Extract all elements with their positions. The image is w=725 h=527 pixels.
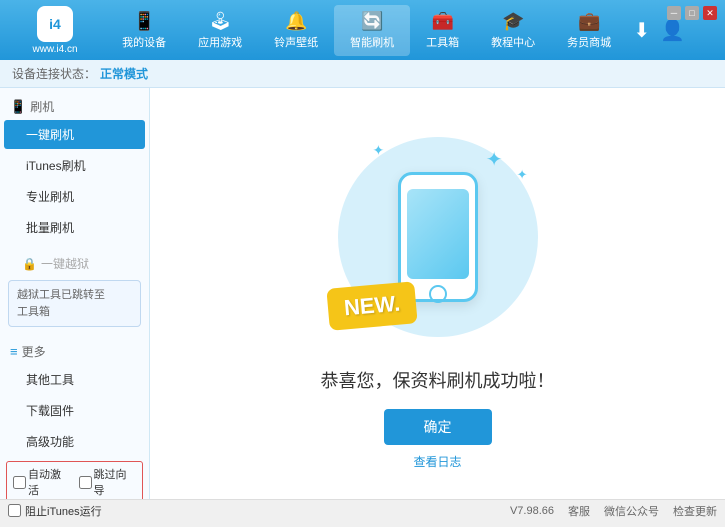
flash-section-icon: 📱 xyxy=(10,99,26,115)
time-guide-check[interactable]: 跳过向导 xyxy=(79,466,137,498)
new-badge: NEW. xyxy=(326,281,418,331)
sidebar-section-jailbreak: 🔒 一键越狱 xyxy=(0,251,149,276)
sparkle-icon-3: ✦ xyxy=(373,142,385,159)
auto-check-row: 自动激活 跳过向导 xyxy=(13,466,136,498)
lock-icon: 🔒 xyxy=(22,257,37,271)
auto-activate-checkbox[interactable] xyxy=(13,476,26,489)
sparkle-icon-2: ✦ xyxy=(517,167,528,183)
tutorial-icon: 🎓 xyxy=(502,11,524,32)
time-guide-label: 跳过向导 xyxy=(94,466,137,498)
success-image: ✦ ✦ ✦ NEW. xyxy=(318,117,558,357)
more-section-icon: ≡ xyxy=(10,344,18,359)
success-title: 恭喜您，保资料刷机成功啦！ xyxy=(321,367,555,393)
itunes-label: 阻止iTunes运行 xyxy=(25,503,102,519)
sidebar-item-other-tools[interactable]: 其他工具 xyxy=(4,365,145,394)
logo-icon: i4 xyxy=(37,6,73,42)
nav-smart-flash-label: 智能刷机 xyxy=(350,34,394,50)
user-button[interactable]: 👤 xyxy=(660,18,685,43)
wechat-link[interactable]: 微信公众号 xyxy=(604,503,659,519)
status-bar: 设备连接状态： 正常模式 xyxy=(0,60,725,88)
ringtone-icon: 🔔 xyxy=(285,11,307,32)
nav-tutorial-label: 教程中心 xyxy=(491,34,535,50)
confirm-button[interactable]: 确定 xyxy=(384,409,492,445)
nav-business[interactable]: 💼 务员商城 xyxy=(551,5,627,56)
sidebar: 📱 刷机 一键刷机 iTunes刷机 专业刷机 批量刷机 🔒 一键越狱 越狱工具… xyxy=(0,88,150,499)
sidebar-item-advanced[interactable]: 高级功能 xyxy=(4,427,145,456)
maximize-button[interactable]: □ xyxy=(685,6,699,20)
sidebar-item-one-key-flash[interactable]: 一键刷机 xyxy=(4,120,145,149)
itunes-checkbox[interactable] xyxy=(8,504,21,517)
itunes-bar: 阻止iTunes运行 V7.98.66 客服 微信公众号 检查更新 xyxy=(0,499,725,521)
nav-ringtone[interactable]: 🔔 铃声壁纸 xyxy=(258,5,334,56)
jailbreak-label: 一键越狱 xyxy=(41,255,89,272)
apps-games-icon: 🕹 xyxy=(209,11,232,32)
sidebar-section-flash: 📱 刷机 xyxy=(0,94,149,119)
support-link[interactable]: 客服 xyxy=(568,503,590,519)
new-text: NEW. xyxy=(342,291,400,322)
my-device-icon: 📱 xyxy=(133,11,155,32)
sidebar-item-batch-flash[interactable]: 批量刷机 xyxy=(4,213,145,242)
log-link[interactable]: 查看日志 xyxy=(413,453,461,470)
header: i4 www.i4.cn 📱 我的设备 🕹 应用游戏 🔔 铃声壁纸 🔄 智能刷机… xyxy=(0,0,725,60)
more-section-label: 更多 xyxy=(22,343,46,360)
nav-apps-games[interactable]: 🕹 应用游戏 xyxy=(182,5,258,56)
logo-text: www.i4.cn xyxy=(32,44,77,55)
download-button[interactable]: ⬇ xyxy=(633,18,650,43)
status-label: 设备连接状态： xyxy=(12,65,96,82)
nav-smart-flash[interactable]: 🔄 智能刷机 xyxy=(334,5,410,56)
content-area: ✦ ✦ ✦ NEW. 恭喜您，保资料刷机成功啦！ 确定 查看日志 xyxy=(150,88,725,499)
version-label: V7.98.66 xyxy=(510,505,554,517)
logo: i4 www.i4.cn xyxy=(10,6,100,55)
jailbreak-notice: 越狱工具已跳转至工具箱 xyxy=(8,280,141,327)
auto-activate-label: 自动激活 xyxy=(28,466,71,498)
sidebar-section-more: ≡ 更多 xyxy=(0,339,149,364)
sparkle-icon-1: ✦ xyxy=(486,147,503,172)
update-link[interactable]: 检查更新 xyxy=(673,503,717,519)
sidebar-item-download-firmware[interactable]: 下载固件 xyxy=(4,396,145,425)
status-value: 正常模式 xyxy=(100,65,148,82)
nav-business-label: 务员商城 xyxy=(567,34,611,50)
itunes-check[interactable]: 阻止iTunes运行 xyxy=(8,503,102,519)
flash-section-label: 刷机 xyxy=(30,98,54,115)
business-icon: 💼 xyxy=(578,11,600,32)
phone-screen xyxy=(407,189,469,279)
auto-activate-check[interactable]: 自动激活 xyxy=(13,466,71,498)
sidebar-item-pro-flash[interactable]: 专业刷机 xyxy=(4,182,145,211)
time-guide-checkbox[interactable] xyxy=(79,476,92,489)
nav-my-device-label: 我的设备 xyxy=(122,34,166,50)
nav-tutorial[interactable]: 🎓 教程中心 xyxy=(475,5,551,56)
phone-home-button xyxy=(429,285,447,303)
smart-flash-icon: 🔄 xyxy=(361,11,383,32)
nav-ringtone-label: 铃声壁纸 xyxy=(274,34,318,50)
nav-apps-games-label: 应用游戏 xyxy=(198,34,242,50)
nav-bar: 📱 我的设备 🕹 应用游戏 🔔 铃声壁纸 🔄 智能刷机 🧰 工具箱 🎓 教程中心… xyxy=(100,5,633,56)
nav-toolbox-label: 工具箱 xyxy=(426,34,459,50)
nav-toolbox[interactable]: 🧰 工具箱 xyxy=(410,5,475,56)
toolbox-icon: 🧰 xyxy=(431,11,453,32)
close-button[interactable]: ✕ xyxy=(703,6,717,20)
auto-check-area: 自动激活 跳过向导 xyxy=(6,461,143,499)
nav-my-device[interactable]: 📱 我的设备 xyxy=(106,5,182,56)
sidebar-item-itunes-flash[interactable]: iTunes刷机 xyxy=(4,151,145,180)
minimize-button[interactable]: ─ xyxy=(667,6,681,20)
